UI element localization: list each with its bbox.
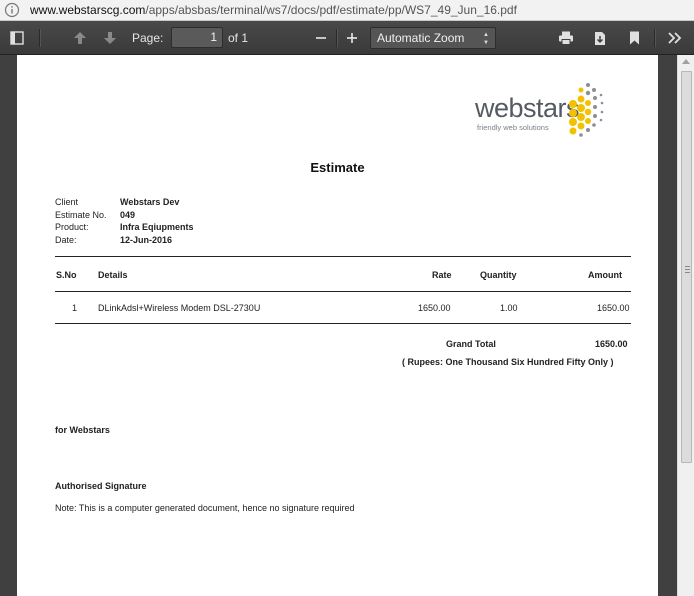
meta-row: Client Webstars Dev xyxy=(55,197,355,210)
grand-total-label: Grand Total xyxy=(446,339,496,349)
page-number-input[interactable]: 1 xyxy=(171,27,223,48)
logo-wordmark: webstars xyxy=(475,93,580,123)
chevron-updown-icon: ▲ ▼ xyxy=(483,32,489,46)
url-host: www.webstarscg.com xyxy=(30,3,146,17)
tools-menu-icon[interactable] xyxy=(663,21,687,55)
row-details: DLinkAdsl+Wireless Modem DSL-2730U xyxy=(98,303,261,313)
col-header-quantity: Quantity xyxy=(480,270,517,280)
company-logo: webstars friendly web solutions xyxy=(475,77,607,141)
url-path: /apps/absbas/terminal/ws7/docs/pdf/estim… xyxy=(145,3,517,17)
site-info-icon[interactable] xyxy=(4,2,20,18)
meta-row: Estimate No. 049 xyxy=(55,210,355,223)
row-amount: 1650.00 xyxy=(597,303,630,313)
thumb-grip xyxy=(685,269,690,270)
previous-page-icon[interactable] xyxy=(69,21,91,55)
row-sno: 1 xyxy=(72,303,78,313)
toolbar-separator xyxy=(654,29,655,47)
next-page-icon[interactable] xyxy=(99,21,121,55)
thumb-grip xyxy=(685,272,690,273)
print-icon[interactable] xyxy=(555,21,577,55)
pdf-toolbar: Page: 1 of 1 Automatic Zoom ▲ ▼ xyxy=(0,21,694,55)
logo-tagline: friendly web solutions xyxy=(477,123,549,132)
meta-key: Product: xyxy=(55,222,89,232)
zoom-value: Automatic Zoom xyxy=(377,31,465,45)
signature-label: Authorised Signature xyxy=(55,481,147,491)
meta-value: 12-Jun-2016 xyxy=(120,234,173,245)
vertical-scrollbar[interactable] xyxy=(677,55,694,596)
scrollbar-thumb[interactable] xyxy=(681,71,692,463)
toolbar-separator xyxy=(39,29,40,47)
table-top-rule xyxy=(55,256,631,257)
col-header-details: Details xyxy=(98,270,128,280)
meta-value: Webstars Dev xyxy=(120,197,180,207)
estimate-meta: Client Webstars Dev Estimate No. 049 Produ… xyxy=(55,197,355,247)
footer-note: Note: This is a computer generated docum… xyxy=(55,503,355,513)
table-bottom-rule xyxy=(55,323,631,324)
zoom-out-icon[interactable] xyxy=(311,21,331,55)
download-icon[interactable] xyxy=(589,21,611,55)
amount-in-words: ( Rupees: One Thousand Six Hundred Fifty… xyxy=(402,357,614,367)
meta-row: Date: 12-Jun-2016 xyxy=(55,235,355,248)
col-header-sno: S.No xyxy=(56,270,77,280)
url-text[interactable]: www.webstarscg.com/apps/absbas/terminal/… xyxy=(30,3,517,17)
table-header-rule xyxy=(55,291,631,292)
pdf-viewer[interactable]: webstars friendly web solutions Estimate xyxy=(0,55,694,596)
meta-value: Infra Eqiupments xyxy=(120,222,194,232)
row-quantity: 1.00 xyxy=(500,303,518,313)
toolbar-separator xyxy=(336,29,337,47)
meta-key: Client xyxy=(55,197,79,207)
zoom-select[interactable]: Automatic Zoom ▲ ▼ xyxy=(370,27,496,49)
zoom-in-icon[interactable] xyxy=(342,21,362,55)
logo-dots-icon xyxy=(569,83,604,137)
meta-value: 049 xyxy=(120,209,136,220)
grand-total-value: 1650.00 xyxy=(595,339,628,349)
scroll-up-icon[interactable] xyxy=(682,59,690,64)
meta-key: Estimate No. xyxy=(55,209,107,220)
pdf-page: webstars friendly web solutions Estimate xyxy=(17,55,658,596)
meta-key: Date: xyxy=(55,234,77,245)
page-label: Page: xyxy=(132,31,164,45)
for-company: for Webstars xyxy=(55,425,110,435)
page-count: of 1 xyxy=(228,31,249,45)
row-rate: 1650.00 xyxy=(418,303,451,313)
col-header-amount: Amount xyxy=(588,270,622,280)
bookmark-icon[interactable] xyxy=(623,21,645,55)
meta-row: Product: Infra Eqiupments xyxy=(55,222,355,235)
address-bar[interactable]: www.webstarscg.com/apps/absbas/terminal/… xyxy=(0,0,694,21)
col-header-rate: Rate xyxy=(432,270,452,280)
sidebar-toggle-icon[interactable] xyxy=(5,21,29,55)
thumb-grip xyxy=(685,266,690,267)
document-title: Estimate xyxy=(310,160,365,175)
